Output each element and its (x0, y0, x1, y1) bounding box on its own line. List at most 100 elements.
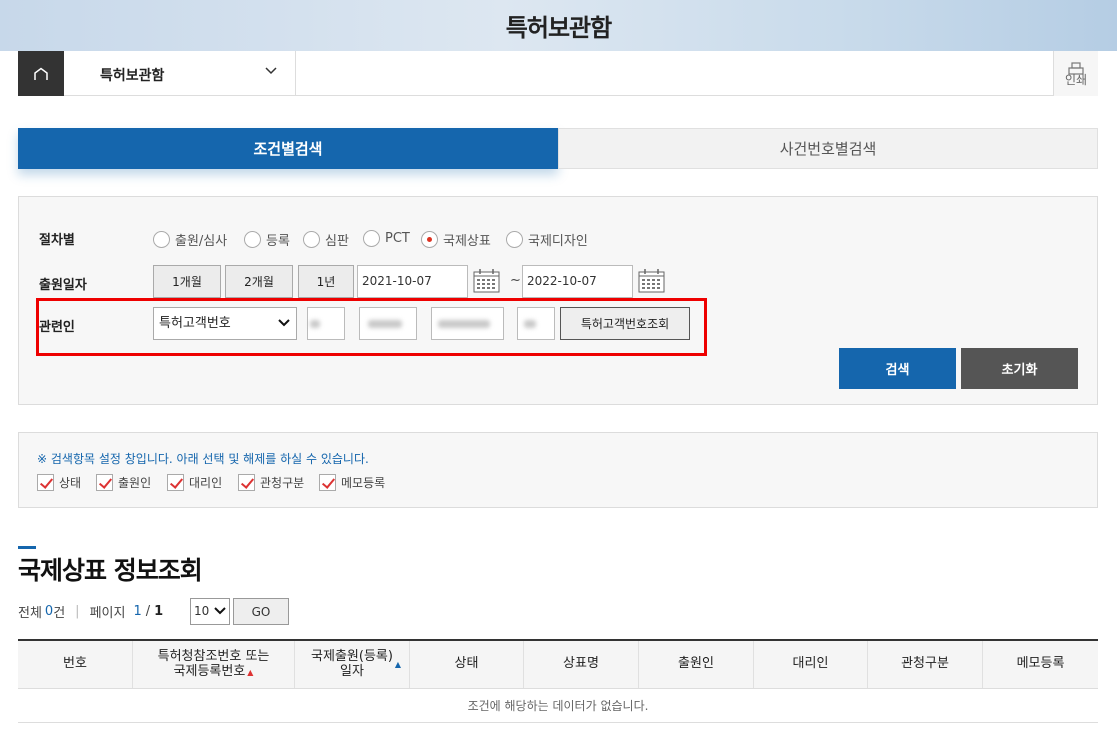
sort-up-icon[interactable]: ▲ (395, 660, 401, 670)
radio-label: 심판 (325, 234, 349, 249)
chevron-down-icon (214, 607, 226, 615)
page-separator: / (145, 604, 151, 619)
print-label: 인쇄 (1064, 72, 1088, 87)
page-size-select[interactable]: 10 (190, 598, 230, 625)
total-count: 0 (44, 604, 54, 619)
paging-divider: | (75, 604, 80, 619)
column-label-line1: 국제출원(등록) ▲ (311, 649, 401, 669)
column-header-status: 상태 (410, 641, 524, 688)
empty-message: 조건에 해당하는 데이터가 없습니다. (18, 689, 1098, 723)
checkbox-memo[interactable]: 메모등록 (319, 474, 385, 491)
column-label-line2: 국제등록번호 ▲ (173, 663, 254, 679)
home-button[interactable] (18, 51, 64, 96)
paging-info: 전체 0 건 | 페이지 1 / 1 (18, 602, 163, 621)
column-header-intl-date[interactable]: 국제출원(등록) ▲ 일자 (295, 641, 410, 688)
period-2month-button[interactable]: 2개월 (225, 265, 293, 298)
radio-intl-trademark[interactable]: 국제상표 (421, 230, 491, 249)
home-icon (34, 67, 48, 80)
checkbox-label: 메모등록 (341, 476, 386, 490)
page-header: 특허보관함 (0, 0, 1117, 51)
red-highlight-box (36, 298, 707, 356)
column-header-reference-number[interactable]: 특허청참조번호 또는 국제등록번호 ▲ (133, 641, 295, 688)
results-title: 국제상표 정보조회 (18, 556, 203, 585)
tab-condition-search[interactable]: 조건별검색 (18, 128, 558, 169)
breadcrumb-bar: 특허보관함 인쇄 (18, 51, 1098, 96)
column-label: 번호 (63, 656, 87, 672)
column-label: 상태 (454, 656, 479, 672)
chevron-down-icon (265, 67, 277, 75)
radio-intl-design[interactable]: 국제디자인 (506, 230, 588, 249)
column-header-agent: 대리인 (754, 641, 868, 688)
column-header-memo: 메모등록 (983, 641, 1098, 688)
options-note: ※ 검색항목 설정 창입니다. 아래 선택 및 해제를 하실 수 있습니다. (37, 452, 369, 466)
search-options-panel: ※ 검색항목 설정 창입니다. 아래 선택 및 해제를 하실 수 있습니다. 상… (18, 432, 1098, 508)
column-label: 상표명 (563, 656, 599, 672)
period-1month-button[interactable]: 1개월 (153, 265, 221, 298)
checkbox-label: 상태 (59, 476, 82, 490)
radio-circle-selected (421, 231, 438, 248)
date-from-input[interactable]: 2021-10-07 (357, 265, 468, 298)
calendar-icon[interactable] (638, 269, 665, 293)
sort-up-icon[interactable]: ▲ (247, 668, 253, 677)
search-panel: 절차별 출원/심사 등록 심판 PCT 국제상표 국제디자인 출원일자 1개월 … (18, 196, 1098, 405)
radio-label: PCT (385, 231, 410, 246)
page-total: 1 (154, 604, 164, 619)
menu-dropdown-label: 특허보관함 (100, 68, 165, 84)
tab-case-number-search[interactable]: 사건번호별검색 (558, 128, 1098, 169)
radio-circle (303, 231, 320, 248)
checkbox-checked (238, 474, 255, 491)
checkbox-checked (319, 474, 336, 491)
calendar-icon[interactable] (473, 269, 500, 293)
checkbox-label: 대리인 (189, 476, 223, 490)
radio-label: 출원/심사 (175, 234, 228, 249)
radio-pct[interactable]: PCT (363, 230, 410, 247)
results-table: 번호 특허청참조번호 또는 국제등록번호 ▲ 국제출원(등록) ▲ 일자 상태 상표… (18, 639, 1098, 723)
period-1year-button[interactable]: 1년 (298, 265, 354, 298)
checkbox-checked (96, 474, 113, 491)
radio-label: 국제상표 (443, 234, 491, 249)
section-title-mark (18, 546, 36, 549)
procedure-label: 절차별 (39, 233, 75, 248)
radio-circle (363, 230, 380, 247)
date-range-separator: ~ (510, 273, 521, 288)
checkbox-checked (167, 474, 184, 491)
total-suffix: 건 (53, 606, 66, 621)
column-label: 특허청참조번호 또는 (157, 649, 270, 665)
table-header: 번호 특허청참조번호 또는 국제등록번호 ▲ 국제출원(등록) ▲ 일자 상태 상표… (18, 641, 1098, 689)
radio-trial[interactable]: 심판 (303, 230, 349, 249)
column-label: 관청구분 (901, 656, 949, 672)
column-sub-label: 일자 (340, 663, 364, 679)
checkbox-label: 관청구분 (260, 476, 305, 490)
reset-button[interactable]: 초기화 (961, 348, 1078, 389)
column-header-applicant: 출원인 (639, 641, 754, 688)
column-label: 출원인 (678, 656, 714, 672)
go-button[interactable]: GO (233, 598, 289, 625)
column-sub-label: 국제등록번호 (173, 663, 246, 679)
page-size-value: 10 (194, 604, 210, 618)
radio-registration[interactable]: 등록 (244, 230, 290, 249)
column-label: 국제출원(등록) (311, 649, 393, 665)
column-label: 대리인 (792, 656, 829, 672)
total-prefix: 전체 (18, 606, 42, 621)
checkbox-checked (37, 474, 54, 491)
column-header-office-type: 관청구분 (868, 641, 983, 688)
page-title: 특허보관함 (505, 14, 612, 42)
radio-application[interactable]: 출원/심사 (153, 230, 227, 249)
radio-circle (244, 231, 261, 248)
date-label: 출원일자 (39, 278, 87, 293)
page-label: 페이지 (89, 606, 126, 621)
checkbox-status[interactable]: 상태 (37, 474, 81, 491)
checkbox-label: 출원인 (118, 476, 152, 490)
radio-label: 국제디자인 (528, 234, 588, 249)
menu-dropdown[interactable]: 특허보관함 (64, 51, 296, 96)
column-label: 메모등록 (1016, 656, 1065, 672)
column-header-trademark-name: 상표명 (524, 641, 639, 688)
checkbox-office-type[interactable]: 관청구분 (238, 474, 304, 491)
date-to-input[interactable]: 2022-10-07 (522, 265, 633, 298)
checkbox-applicant[interactable]: 출원인 (96, 474, 151, 491)
print-button[interactable]: 인쇄 (1053, 51, 1098, 96)
radio-circle (506, 231, 523, 248)
checkbox-agent[interactable]: 대리인 (167, 474, 222, 491)
search-button[interactable]: 검색 (839, 348, 956, 389)
radio-circle (153, 231, 170, 248)
